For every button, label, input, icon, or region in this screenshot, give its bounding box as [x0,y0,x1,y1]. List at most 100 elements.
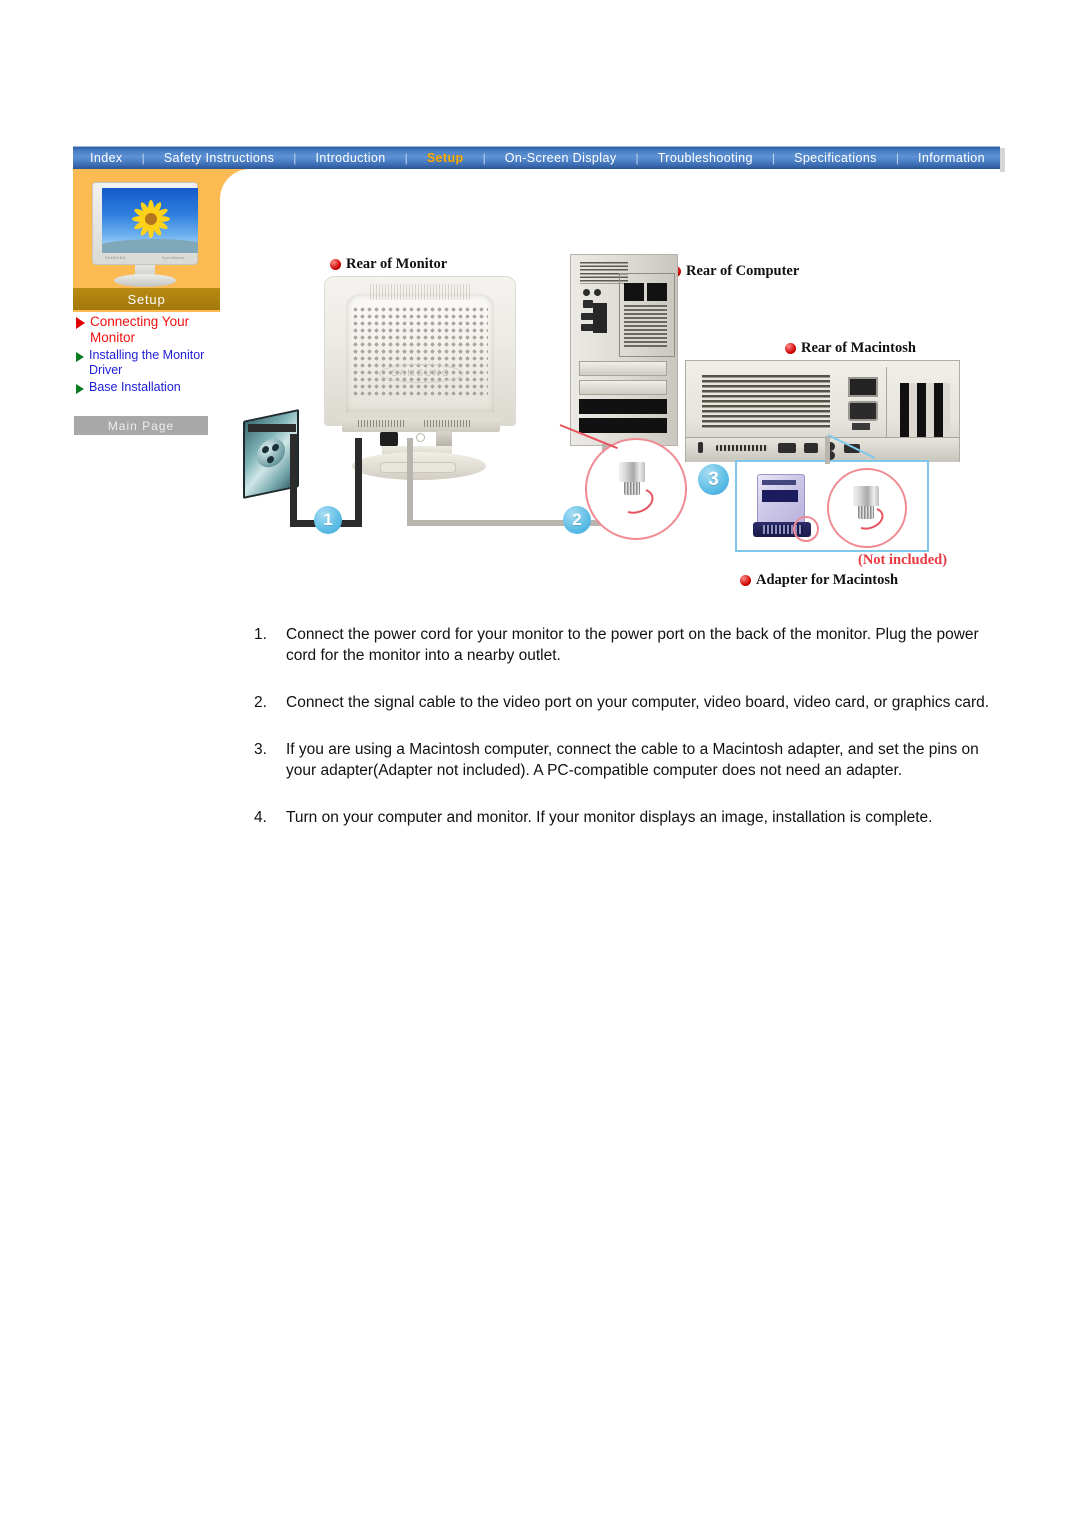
tower-bay [647,283,667,301]
label-text: Rear of Macintosh [801,340,916,356]
thumbnail-screen [102,188,198,253]
monitor-stand-slot [380,462,456,473]
adapter-highlight-circle [793,516,819,542]
sunflower-icon [130,198,172,240]
monitor-rear-vent-holes [352,306,488,398]
tower-expansion-slots [579,361,667,439]
step-number: 4. [254,809,267,826]
mac-expansion-slots [900,383,950,439]
mac-port-strip [686,437,959,462]
step-text: Connect the power cord for your monitor … [286,626,979,664]
connection-diagram: Rear of Monitor Rear of Computer Rear of… [230,248,1000,600]
nav-item-information[interactable]: Information [913,147,990,170]
power-cable-segment [355,438,362,526]
red-bullet-icon [740,575,751,586]
sidebar-item-connecting-your-monitor[interactable]: Connecting Your Monitor [76,314,226,346]
monitor-indicator [416,433,425,442]
instruction-step: 4. Turn on your computer and monitor. If… [254,807,994,828]
thumbnail-bezel: SAMSUNG SyncMaster [92,182,198,265]
label-adapter-for-macintosh: Adapter for Macintosh [740,572,898,589]
arrow-right-icon [76,384,84,394]
tower-bay [624,283,644,301]
connector-head [619,462,645,482]
nav-item-index[interactable]: Index [85,147,128,170]
nav-item-specifications[interactable]: Specifications [789,147,882,170]
tower-slot [579,361,667,376]
instruction-step: 1. Connect the power cord for your monit… [254,624,994,666]
power-cable-segment [290,434,297,526]
tower-slot [579,418,667,433]
thumbnail-brand-right: SyncMaster [162,256,185,260]
mac-port [804,443,818,453]
mac-switch [852,423,870,430]
label-rear-of-monitor: Rear of Monitor [330,256,447,273]
monitor-rear-stripes [370,284,470,300]
step-number: 3. [254,741,267,758]
adapter-band [762,490,798,502]
mac-port [716,445,768,451]
mac-signal-cable [825,436,830,464]
red-bullet-icon [785,343,796,354]
nav-separator: | [141,150,145,165]
sidebar-section-title-bar: Setup [73,288,220,310]
tower-port [583,289,590,296]
step-text: If you are using a Macintosh computer, c… [286,741,979,779]
step-text: Turn on your computer and monitor. If yo… [286,809,933,826]
mac-vent [702,375,830,429]
nav-item-troubleshooting[interactable]: Troubleshooting [653,147,758,170]
macintosh-rear-image [685,360,960,462]
content-rounded-corner [220,169,315,229]
thumbnail-brand-left: SAMSUNG [105,256,126,260]
computer-tower-image [570,254,678,446]
thumbnail-landscape [102,239,198,253]
nav-separator: | [635,150,639,165]
top-navigation-bar: Index | Safety Instructions | Introducti… [73,146,1000,169]
connector-magnifier-adapter [827,468,907,548]
mac-port [778,443,796,453]
nav-separator: | [771,150,776,165]
tower-slot [579,380,667,395]
nav-item-on-screen-display[interactable]: On-Screen Display [500,147,622,170]
tower-port [594,289,601,296]
label-text: Adapter for Macintosh [756,572,899,588]
step-number: 1. [254,626,267,643]
label-not-included: (Not included) [858,552,948,568]
monitor-port-strip [342,418,500,432]
sidebar-item-base-installation[interactable]: Base Installation [76,380,226,395]
sidebar-item-installing-the-monitor-driver[interactable]: Installing the Monitor Driver [76,348,226,378]
label-rear-of-computer: Rear of Computer [670,263,799,280]
sunflower-center [145,213,157,225]
nav-item-safety-instructions[interactable]: Safety Instructions [159,147,279,170]
mac-divider [886,367,887,439]
main-page-button-label: Main Page [107,418,175,433]
nav-item-introduction[interactable]: Introduction [310,147,390,170]
tower-grill [624,305,667,347]
label-text: Rear of Computer [686,263,800,279]
monitor-port-grill [424,420,470,427]
power-cable-plug [248,424,296,432]
connector-head [853,486,879,506]
mac-port [698,442,703,453]
label-rear-of-macintosh: Rear of Macintosh [785,340,916,357]
monitor-power-port [380,432,398,446]
nav-bar-shadow [1000,148,1005,172]
red-bullet-icon [330,259,341,270]
monitor-port-grill [358,420,406,427]
sidebar-menu: Connecting Your Monitor Installing the M… [76,314,226,397]
nav-item-setup[interactable]: Setup [422,147,469,170]
arrow-right-icon [76,352,84,362]
nav-separator: | [482,150,486,165]
signal-cable-segment [407,438,413,526]
instruction-step: 3. If you are using a Macintosh computer… [254,739,994,781]
nav-separator: | [895,150,899,165]
main-page-button[interactable]: Main Page [74,416,208,435]
step-text: Connect the signal cable to the video po… [286,694,990,711]
badge-2: 2 [563,506,591,534]
tower-dpanel [593,303,607,333]
instruction-list: 1. Connect the power cord for your monit… [254,624,994,854]
badge-3: 3 [698,464,729,495]
monitor-brand-logo: SAMSUNG [379,364,463,383]
tower-port [583,300,593,308]
monitor-rear-image: SAMSUNG [324,276,516,480]
sidebar-item-label: Base Installation [89,380,181,394]
